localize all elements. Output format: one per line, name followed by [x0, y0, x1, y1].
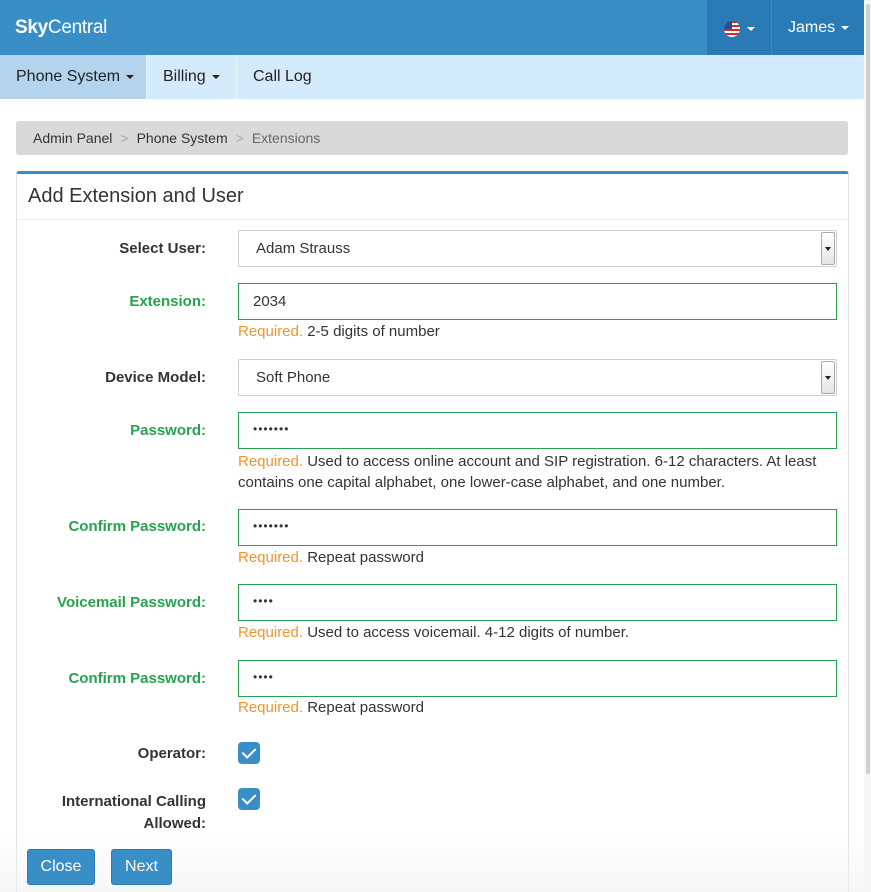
brand-logo[interactable]: SkyCentral	[15, 17, 107, 39]
extension-help: Required. 2-5 digits of number	[238, 323, 440, 340]
chevron-down-icon	[211, 74, 220, 79]
chevron-down-icon	[747, 27, 755, 31]
confirm-password-help: Required. Repeat password	[238, 549, 424, 566]
confirm-password-input[interactable]: •••••••	[238, 509, 837, 546]
confirm-voicemail-password-help: Required. Repeat password	[238, 699, 424, 716]
operator-checkbox[interactable]	[238, 742, 260, 764]
user-menu-button[interactable]: James	[772, 0, 864, 55]
user-name: James	[788, 19, 836, 36]
select-user-label: Select User:	[119, 240, 206, 257]
password-label: Password:	[130, 422, 206, 439]
nav-call-log[interactable]: Call Log	[237, 55, 327, 99]
breadcrumb: Admin Panel > Phone System > Extensions	[16, 121, 848, 155]
panel-title: Add Extension and User	[17, 174, 848, 220]
breadcrumb-separator: >	[120, 130, 129, 146]
breadcrumb-separator: >	[235, 130, 244, 146]
voicemail-password-help: Required. Used to access voicemail. 4-12…	[238, 624, 630, 641]
international-calling-label: International Calling Allowed:	[61, 793, 206, 832]
extension-input[interactable]: 2034	[238, 283, 837, 320]
close-button[interactable]: Close	[27, 849, 95, 885]
nav-phone-system[interactable]: Phone System	[0, 55, 146, 99]
confirm-password-label: Confirm Password:	[68, 518, 206, 535]
nav-billing[interactable]: Billing	[147, 55, 236, 99]
confirm-voicemail-password-label: Confirm Password:	[68, 670, 206, 687]
password-input[interactable]: •••••••	[238, 412, 837, 449]
device-model-dropdown[interactable]: Soft Phone	[238, 359, 837, 396]
international-calling-checkbox[interactable]	[238, 788, 260, 810]
language-menu-button[interactable]	[707, 0, 771, 55]
breadcrumb-extensions: Extensions	[251, 130, 321, 146]
main-nav: Phone System Billing Call Log	[0, 55, 864, 99]
extension-label: Extension:	[129, 293, 206, 310]
chevron-down-icon	[841, 25, 850, 30]
chevron-down-icon	[821, 361, 835, 394]
voicemail-password-input[interactable]: ••••	[238, 584, 837, 621]
next-button[interactable]: Next	[111, 849, 172, 885]
top-bar: SkyCentral James	[0, 0, 864, 55]
voicemail-password-label: Voicemail Password:	[57, 594, 206, 611]
operator-label: Operator:	[137, 745, 206, 762]
scrollbar-thumb[interactable]	[866, 4, 870, 774]
confirm-voicemail-password-input[interactable]: ••••	[238, 660, 837, 697]
chevron-down-icon	[821, 232, 835, 265]
device-model-label: Device Model:	[105, 369, 206, 386]
password-help: Required. Used to access online account …	[238, 453, 817, 491]
us-flag-icon	[724, 21, 740, 37]
chevron-down-icon	[126, 74, 135, 79]
breadcrumb-admin-panel[interactable]: Admin Panel	[33, 130, 112, 146]
select-user-dropdown[interactable]: Adam Strauss	[238, 230, 837, 267]
breadcrumb-phone-system[interactable]: Phone System	[137, 130, 228, 146]
